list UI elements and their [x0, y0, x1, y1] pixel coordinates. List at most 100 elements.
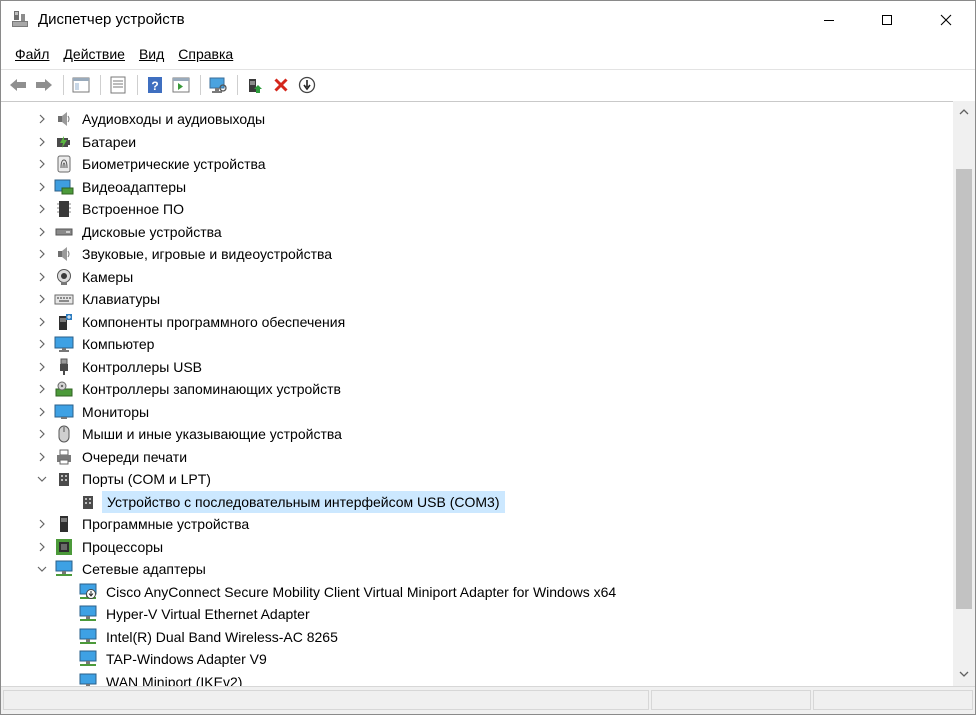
forward-button[interactable]	[32, 73, 56, 97]
processor-icon	[54, 538, 74, 556]
status-panel-tertiary	[813, 690, 973, 710]
tree-item-display-adapters[interactable]: Видеоадаптеры	[1, 176, 953, 199]
tree-item-firmware[interactable]: Встроенное ПО	[1, 198, 953, 221]
tree-item-cisco-anyconnect-adapter[interactable]: Cisco AnyConnect Secure Mobility Client …	[1, 581, 953, 604]
menu-view[interactable]: Вид	[133, 43, 170, 65]
expand-chevron-icon[interactable]	[36, 131, 48, 154]
help-button[interactable]: ?	[143, 73, 167, 97]
delete-x-icon	[274, 77, 288, 92]
device-manager-app-icon	[12, 11, 28, 27]
expand-chevron-icon[interactable]	[36, 333, 48, 356]
title-bar: Диспетчер устройств	[1, 1, 975, 39]
scroll-up-button[interactable]	[953, 105, 975, 119]
menu-file[interactable]: Файл	[9, 43, 55, 65]
menu-action[interactable]: Действие	[57, 43, 131, 65]
expand-chevron-icon[interactable]	[36, 243, 48, 266]
status-bar	[1, 686, 975, 714]
update-driver-button[interactable]	[243, 73, 267, 97]
tree-item-print-queues[interactable]: Очереди печати	[1, 446, 953, 469]
expand-chevron-icon[interactable]	[36, 378, 48, 401]
expand-chevron-icon[interactable]	[36, 266, 48, 289]
software-component-icon	[54, 313, 74, 331]
expand-chevron-icon[interactable]	[36, 198, 48, 221]
speaker-icon	[54, 110, 74, 128]
tree-item-disk-drives[interactable]: Дисковые устройства	[1, 221, 953, 244]
expand-chevron-icon[interactable]	[36, 153, 48, 176]
svg-text:?: ?	[151, 79, 158, 93]
computer-icon	[54, 335, 74, 353]
tree-item-label: Встроенное ПО	[82, 201, 184, 217]
expand-chevron-icon[interactable]	[36, 423, 48, 446]
back-button[interactable]	[6, 73, 30, 97]
tree-item-label: Звуковые, игровые и видеоустройства	[82, 246, 333, 262]
tree-item-label: Устройство с последовательным интерфейсо…	[102, 490, 505, 513]
properties-button[interactable]	[106, 73, 130, 97]
tree-item-batteries[interactable]: Батареи	[1, 131, 953, 154]
tree-item-usb-serial-device-com3[interactable]: Устройство с последовательным интерфейсо…	[1, 490, 953, 514]
forward-arrow-icon	[36, 78, 52, 91]
tree-item-biometric-devices[interactable]: Биометрические устройства	[1, 153, 953, 176]
collapse-chevron-icon[interactable]	[36, 558, 48, 581]
tree-item-label: Клавиатуры	[82, 291, 161, 307]
tree-item-sound-video-game[interactable]: Звуковые, игровые и видеоустройства	[1, 243, 953, 266]
tree-item-computer[interactable]: Компьютер	[1, 333, 953, 356]
tree-item-software-components[interactable]: Компоненты программного обеспечения	[1, 311, 953, 334]
tree-item-wan-miniport-ikev2[interactable]: WAN Miniport (IKEv2)	[1, 671, 953, 686]
tree-item-storage-controllers[interactable]: Контроллеры запоминающих устройств	[1, 378, 953, 401]
tree-item-cameras[interactable]: Камеры	[1, 266, 953, 289]
scroll-down-button[interactable]	[953, 667, 975, 681]
menu-help-label: Справка	[178, 46, 234, 62]
scan-hardware-icon	[209, 77, 227, 93]
tree-item-ports-com-lpt[interactable]: Порты (COM и LPT)	[1, 468, 953, 491]
collapse-chevron-icon[interactable]	[36, 468, 48, 491]
tree-item-intel-wireless-ac-8265[interactable]: Intel(R) Dual Band Wireless-AC 8265	[1, 626, 953, 649]
tree-item-tap-windows-adapter[interactable]: TAP-Windows Adapter V9	[1, 648, 953, 671]
scrollbar-thumb[interactable]	[956, 169, 972, 609]
menu-action-label: Действие	[63, 46, 125, 62]
expand-chevron-icon[interactable]	[36, 401, 48, 424]
tree-item-monitors[interactable]: Мониторы	[1, 401, 953, 424]
network-adapter-icon	[78, 628, 98, 646]
display-adapter-icon	[54, 178, 74, 196]
network-adapter-icon	[78, 673, 98, 686]
uninstall-device-button[interactable]	[269, 73, 293, 97]
firmware-chip-icon	[54, 200, 74, 218]
update-driver-icon	[249, 78, 262, 93]
tree-item-label: Камеры	[82, 268, 134, 285]
close-button[interactable]	[917, 1, 975, 39]
expand-chevron-icon[interactable]	[36, 536, 48, 559]
expand-chevron-icon[interactable]	[36, 446, 48, 469]
tree-item-usb-controllers[interactable]: Контроллеры USB	[1, 356, 953, 379]
action-pane-button[interactable]	[169, 73, 193, 97]
menu-help[interactable]: Справка	[172, 43, 239, 65]
expand-chevron-icon[interactable]	[36, 288, 48, 311]
tree-item-hyper-v-ethernet-adapter[interactable]: Hyper-V Virtual Ethernet Adapter	[1, 603, 953, 626]
webcam-icon	[54, 268, 74, 286]
expand-chevron-icon[interactable]	[36, 108, 48, 131]
storage-controller-icon	[54, 380, 74, 398]
vertical-scrollbar[interactable]	[953, 101, 975, 686]
expand-chevron-icon[interactable]	[36, 221, 48, 244]
expand-chevron-icon[interactable]	[36, 356, 48, 379]
minimize-button[interactable]	[800, 1, 858, 39]
tree-item-label: Порты (COM и LPT)	[82, 471, 211, 487]
show-hide-console-tree-button[interactable]	[69, 73, 93, 97]
tree-item-processors[interactable]: Процессоры	[1, 536, 953, 559]
expand-chevron-icon[interactable]	[36, 176, 48, 199]
tree-item-label: Дисковые устройства	[82, 223, 222, 240]
expand-chevron-icon[interactable]	[36, 311, 48, 334]
expand-chevron-icon[interactable]	[36, 513, 48, 536]
scan-hardware-button[interactable]	[206, 73, 230, 97]
tree-item-mice[interactable]: Мыши и иные указывающие устройства	[1, 423, 953, 446]
help-icon: ?	[148, 76, 162, 93]
tree-item-network-adapters[interactable]: Сетевые адаптеры	[1, 558, 953, 581]
maximize-button[interactable]	[858, 1, 916, 39]
device-tree-panel: Аудиовходы и аудиовыходы Батареи Биометр…	[1, 101, 975, 686]
tree-item-audio-inputs-outputs[interactable]: Аудиовходы и аудиовыходы	[1, 108, 953, 131]
tree-item-label: Мыши и иные указывающие устройства	[82, 426, 342, 442]
tree-item-label: Cisco AnyConnect Secure Mobility Client …	[106, 583, 617, 600]
tree-item-software-devices[interactable]: Программные устройства	[1, 513, 953, 536]
tree-item-keyboards[interactable]: Клавиатуры	[1, 288, 953, 311]
disable-device-button[interactable]	[295, 73, 319, 97]
minimize-icon	[824, 20, 834, 21]
